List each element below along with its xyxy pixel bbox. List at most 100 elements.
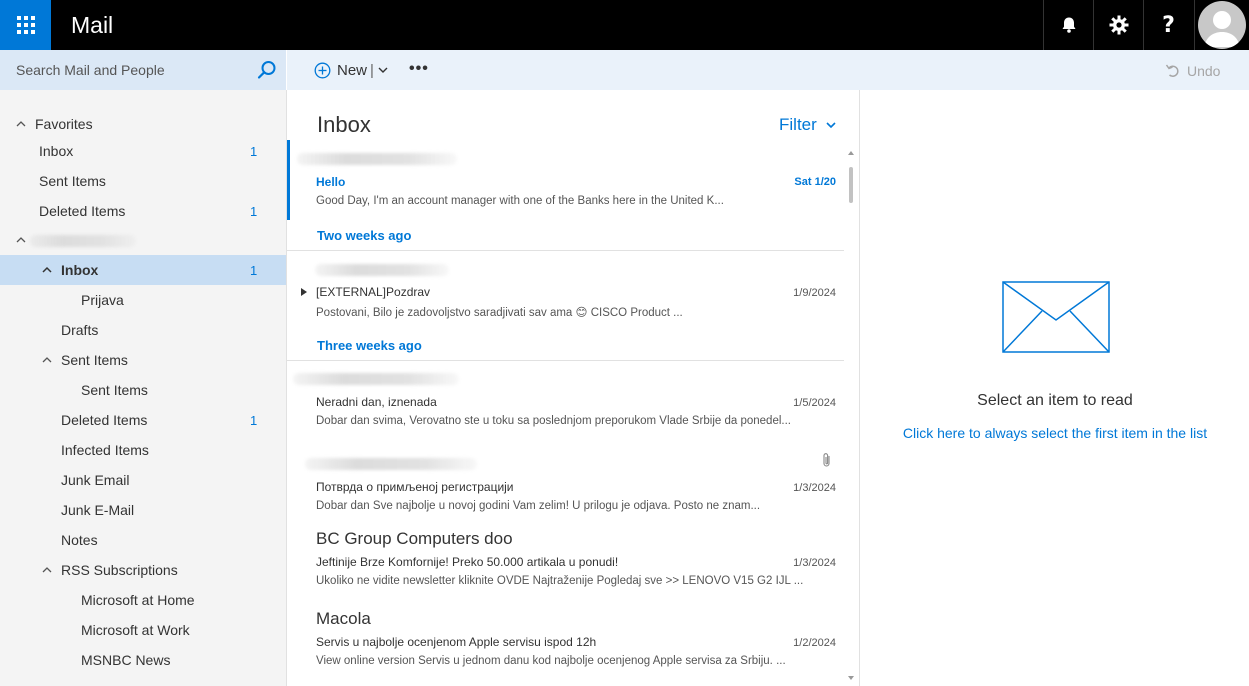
folder-microsoft-at-home[interactable]: Microsoft at Home: [0, 585, 286, 615]
folder-notes[interactable]: Notes: [0, 525, 286, 555]
undo-icon: [1165, 64, 1179, 77]
message-list: Inbox Filter Hello Sat 1/20 Good Day, I'…: [287, 90, 860, 686]
message-preview: Postovani, Bilo je zadovoljstvo saradjiv…: [316, 307, 683, 319]
expand-conversation-icon[interactable]: [300, 287, 308, 297]
paperclip-icon: [823, 453, 830, 467]
notifications-button[interactable]: [1043, 0, 1093, 50]
message-item[interactable]: Neradni dan, iznenada 1/5/2024 Dobar dan…: [287, 361, 844, 439]
message-subject: Потврда о примљеној регистрацији: [316, 480, 514, 494]
message-item[interactable]: Hello Sat 1/20 Good Day, I'm an account …: [287, 140, 844, 220]
message-item[interactable]: [EXTERNAL]Pozdrav 1/9/2024 Postovani, Bi…: [287, 251, 844, 333]
top-bar: Mail ?: [0, 0, 1249, 50]
folder-msnbc-news[interactable]: MSNBC News: [0, 645, 286, 675]
unread-count: 1: [250, 203, 258, 219]
message-item[interactable]: Потврда о примљеној регистрацији 1/3/202…: [287, 446, 844, 522]
folder-label: Junk Email: [61, 472, 130, 488]
command-bar: New | ••• Undo: [287, 50, 1249, 90]
favorite-sent-items[interactable]: Sent Items: [0, 166, 286, 196]
filter-label: Filter: [779, 115, 817, 134]
undo-button[interactable]: Undo: [1165, 61, 1220, 81]
selection-indicator: [287, 140, 290, 220]
favorite-deleted-items[interactable]: Deleted Items 1: [0, 196, 286, 226]
redacted-sender: [297, 153, 457, 165]
help-button[interactable]: ?: [1143, 0, 1193, 50]
list-scrollbar[interactable]: [846, 147, 856, 686]
folder-junk-email[interactable]: Junk Email: [0, 465, 286, 495]
folder-infected-items[interactable]: Infected Items: [0, 435, 286, 465]
message-subject: Servis u najbolje ocenjenom Apple servis…: [316, 635, 597, 649]
chevron-down-icon[interactable]: [377, 64, 389, 76]
folder-pane: Favorites Inbox 1 Sent Items Deleted Ite…: [0, 90, 287, 686]
new-label: New: [337, 61, 368, 79]
folder-label: Microsoft at Work: [81, 622, 190, 638]
mailbox-header[interactable]: [0, 225, 286, 255]
message-preview: Good Day, I'm an account manager with on…: [316, 195, 724, 207]
folder-label: Drafts: [61, 322, 99, 338]
redacted-account-name: [30, 235, 136, 247]
app-title[interactable]: Mail: [71, 10, 113, 40]
folder-rss-subscriptions[interactable]: RSS Subscriptions: [0, 555, 286, 585]
message-item[interactable]: Macola Servis u najbolje ocenjenom Apple…: [287, 607, 844, 685]
chevron-up-icon: [42, 357, 52, 363]
favorites-header[interactable]: Favorites: [0, 109, 286, 139]
message-preview: View online version Servis u jednom danu…: [316, 655, 786, 667]
message-item[interactable]: BC Group Computers doo Jeftinije Brze Ko…: [287, 527, 844, 605]
scroll-up-icon[interactable]: [847, 149, 855, 157]
chevron-down-icon: [826, 122, 836, 129]
folder-prijava[interactable]: Prijava: [0, 285, 286, 315]
folder-label: MSNBC News: [81, 652, 171, 668]
empty-state-title: Select an item to read: [977, 392, 1133, 409]
message-preview: Dobar dan Sve najbolje u novoj godini Va…: [316, 500, 761, 512]
filter-button[interactable]: Filter: [779, 115, 837, 135]
search-icon: [257, 61, 276, 79]
more-actions-button[interactable]: •••: [409, 60, 429, 80]
unread-count: 1: [250, 412, 258, 428]
settings-button[interactable]: [1093, 0, 1143, 50]
search-box: [0, 50, 286, 90]
message-date: 1/5/2024: [793, 397, 836, 409]
folder-inbox[interactable]: Inbox 1: [0, 255, 286, 285]
message-preview: Dobar dan svima, Verovatno ste u toku sa…: [316, 415, 791, 427]
scroll-thumb[interactable]: [849, 167, 853, 203]
message-date: Sat 1/20: [794, 176, 836, 188]
message-preview: Ukoliko ne vidite newsletter kliknite OV…: [316, 575, 804, 587]
account-button[interactable]: [1194, 0, 1249, 50]
folder-label: Infected Items: [61, 442, 149, 458]
favorite-inbox[interactable]: Inbox 1: [0, 136, 286, 166]
folder-label: Deleted Items: [61, 412, 148, 428]
app-launcher-button[interactable]: [0, 0, 51, 50]
folder-label: Deleted Items: [39, 203, 126, 219]
folder-deleted-items[interactable]: Deleted Items 1: [0, 405, 286, 435]
folder-label: Prijava: [81, 292, 124, 308]
bell-icon: [1062, 17, 1075, 33]
folder-label: Junk E-Mail: [61, 502, 135, 518]
app-launcher-icon: [16, 16, 35, 34]
folder-microsoft-at-work[interactable]: Microsoft at Work: [0, 615, 286, 645]
unread-count: 1: [250, 143, 258, 159]
group-header: Three weeks ago: [317, 338, 422, 353]
message-sender: Macola: [316, 609, 371, 628]
person-icon: [1204, 11, 1240, 47]
select-first-item-link[interactable]: Click here to always select the first it…: [861, 425, 1249, 441]
search-input[interactable]: [16, 59, 246, 81]
plus-circle-icon: [314, 62, 331, 78]
folder-sent-items-sub[interactable]: Sent Items: [0, 375, 286, 405]
avatar: [1198, 1, 1246, 49]
folder-sent-items[interactable]: Sent Items: [0, 345, 286, 375]
message-date: 1/2/2024: [793, 637, 836, 649]
message-subject: Neradni dan, iznenada: [316, 395, 437, 409]
gear-icon: [1109, 15, 1128, 35]
message-subject: [EXTERNAL]Pozdrav: [316, 285, 431, 299]
new-message-button[interactable]: New |: [314, 59, 389, 81]
folder-label: Sent Items: [81, 382, 148, 398]
scroll-down-icon[interactable]: [847, 674, 855, 682]
help-icon: ?: [1162, 12, 1175, 38]
folder-label: Sent Items: [39, 173, 106, 189]
redacted-sender: [305, 458, 477, 470]
new-separator: |: [370, 61, 374, 79]
folder-junk-e-mail[interactable]: Junk E-Mail: [0, 495, 286, 525]
undo-label: Undo: [1187, 63, 1221, 79]
search-button[interactable]: [256, 59, 278, 81]
redacted-sender: [293, 373, 459, 385]
folder-drafts[interactable]: Drafts: [0, 315, 286, 345]
